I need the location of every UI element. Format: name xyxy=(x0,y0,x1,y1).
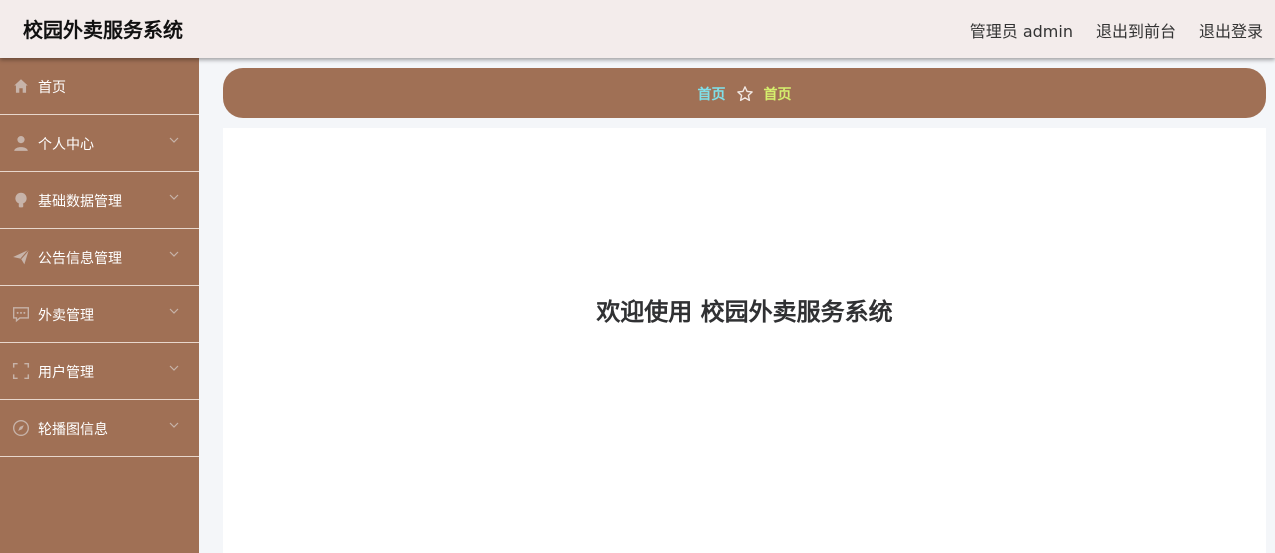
sidebar-item-notice[interactable]: 公告信息管理 xyxy=(0,229,199,286)
chat-icon xyxy=(13,307,29,323)
sidebar-item-label: 轮播图信息 xyxy=(38,422,108,438)
main-content: 欢迎使用 校园外卖服务系统 xyxy=(223,128,1266,553)
top-actions: 管理员 admin 退出到前台 退出登录 xyxy=(970,18,1263,42)
sidebar: 首页 个人中心 基础数据管理 公告信息管理 外卖管理 用户管理 轮播图信息 xyxy=(0,58,199,553)
star-icon xyxy=(736,86,753,102)
sidebar-item-label: 首页 xyxy=(38,80,66,96)
sidebar-item-label: 个人中心 xyxy=(38,137,94,153)
chevron-down-icon xyxy=(169,422,179,428)
sidebar-item-basic-data[interactable]: 基础数据管理 xyxy=(0,172,199,229)
top-bar: 校园外卖服务系统 管理员 admin 退出到前台 退出登录 xyxy=(0,0,1275,58)
sidebar-item-label: 公告信息管理 xyxy=(38,251,122,267)
sidebar-item-label: 外卖管理 xyxy=(38,308,94,324)
sidebar-item-takeout[interactable]: 外卖管理 xyxy=(0,286,199,343)
bulb-icon xyxy=(15,192,27,208)
compass-icon xyxy=(13,420,29,436)
chevron-down-icon xyxy=(169,194,179,200)
sidebar-item-label: 用户管理 xyxy=(38,365,94,381)
chevron-down-icon xyxy=(169,137,179,143)
exit-to-front-link[interactable]: 退出到前台 xyxy=(1096,18,1176,42)
sidebar-item-home[interactable]: 首页 xyxy=(0,58,199,115)
breadcrumb-items: 首页 首页 xyxy=(223,84,1266,104)
sidebar-item-label: 基础数据管理 xyxy=(38,194,122,210)
user-icon xyxy=(14,136,28,151)
breadcrumb: 首页 首页 xyxy=(223,68,1266,118)
sidebar-item-carousel[interactable]: 轮播图信息 xyxy=(0,400,199,457)
admin-user-label[interactable]: 管理员 admin xyxy=(970,18,1073,42)
welcome-heading: 欢迎使用 校园外卖服务系统 xyxy=(596,298,893,326)
home-icon xyxy=(14,79,28,93)
logout-link[interactable]: 退出登录 xyxy=(1199,18,1263,42)
app-title: 校园外卖服务系统 xyxy=(23,18,183,42)
breadcrumb-home-link[interactable]: 首页 xyxy=(698,84,726,104)
sidebar-item-users[interactable]: 用户管理 xyxy=(0,343,199,400)
fullscreen-icon xyxy=(12,362,30,380)
chevron-down-icon xyxy=(169,251,179,257)
chevron-down-icon xyxy=(169,365,179,371)
sidebar-item-personal-center[interactable]: 个人中心 xyxy=(0,115,199,172)
breadcrumb-current: 首页 xyxy=(763,87,792,103)
chevron-down-icon xyxy=(169,308,179,314)
send-icon xyxy=(13,249,30,265)
